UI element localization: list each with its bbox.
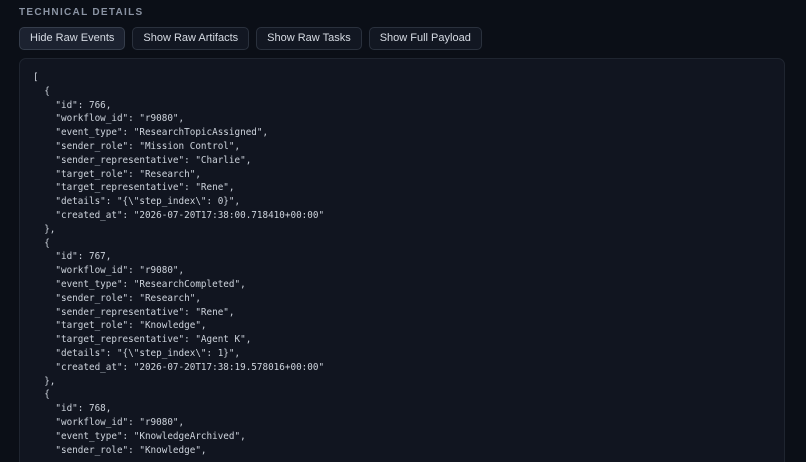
json-line: "sender_representative": "Rene", [33, 306, 235, 318]
json-line: }, [33, 223, 56, 235]
json-line: "target_representative": "Agent K", [33, 334, 252, 346]
hide-raw-events-button[interactable]: Hide Raw Events [19, 27, 126, 50]
json-line: "sender_role": "Knowledge", [33, 444, 207, 456]
section-title: TECHNICAL DETAILS [19, 7, 144, 18]
json-line: "event_type": "ResearchTopicAssigned", [33, 127, 269, 139]
json-line: "target_role": "Knowledge", [33, 320, 207, 332]
json-line: { [33, 85, 50, 97]
json-line: "id": 768, [33, 403, 112, 415]
json-line: "workflow_id": "r9080", [33, 113, 185, 125]
json-line: "details": "{\"step_index\": 0}", [33, 196, 241, 208]
json-line: "workflow_id": "r9080", [33, 416, 185, 428]
json-line: "target_role": "Research", [33, 168, 201, 180]
json-line: "workflow_id": "r9080", [33, 265, 185, 277]
raw-events-json: [ { "id": 766, "workflow_id": "r9080", "… [20, 59, 784, 457]
payload-toolbar: Hide Raw Events Show Raw Artifacts Show … [19, 27, 482, 50]
json-line: "created_at": "2026-07-20T17:38:19.57801… [33, 361, 325, 373]
json-line: "id": 766, [33, 99, 112, 111]
show-full-payload-button[interactable]: Show Full Payload [368, 27, 482, 50]
json-line: "target_representative": "Rene", [33, 182, 235, 194]
json-line: "created_at": "2026-07-20T17:38:00.71841… [33, 209, 325, 221]
json-line: "id": 767, [33, 251, 112, 263]
json-line: "event_type": "ResearchCompleted", [33, 278, 246, 290]
json-line: "sender_role": "Mission Control", [33, 140, 241, 152]
json-line: { [33, 389, 50, 401]
raw-events-panel[interactable]: [ { "id": 766, "workflow_id": "r9080", "… [19, 58, 785, 462]
show-raw-tasks-button[interactable]: Show Raw Tasks [256, 27, 362, 50]
json-line: [ [33, 72, 39, 83]
json-line: }, [33, 375, 56, 387]
json-line: "sender_representative": "Charlie", [33, 154, 252, 166]
technical-details-page: TECHNICAL DETAILS Hide Raw Events Show R… [0, 0, 806, 462]
json-line: "details": "{\"step_index\": 1}", [33, 347, 241, 359]
show-raw-artifacts-button[interactable]: Show Raw Artifacts [132, 27, 250, 50]
json-line: "sender_role": "Research", [33, 292, 201, 304]
json-line: "event_type": "KnowledgeArchived", [33, 430, 246, 442]
json-line: { [33, 237, 50, 249]
